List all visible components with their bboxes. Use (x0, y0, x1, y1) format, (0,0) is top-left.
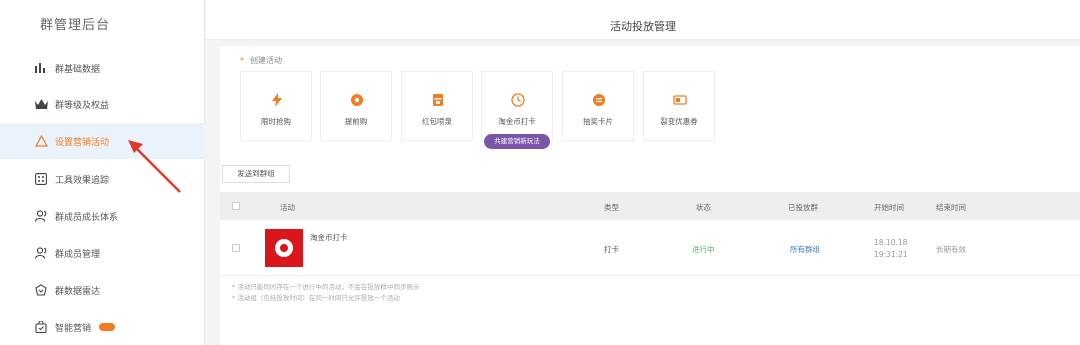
sidebar: 群管理后台 群基础数据 群等级及权益 设置营销活动 工具效果追踪 群成员成长体系 (0, 0, 205, 345)
sidebar-item-marketing-activity[interactable]: 设置营销活动 (0, 123, 205, 159)
sidebar-item-group-data[interactable]: 群基础数据 (0, 50, 205, 86)
activity-type: 打卡 (604, 245, 619, 254)
tile-flash-sale[interactable]: 限时抢购 (240, 71, 312, 141)
sidebar-item-member-growth[interactable]: 群成员成长体系 (0, 198, 205, 234)
users-icon (34, 209, 48, 223)
bag-icon (34, 320, 48, 334)
sidebar-item-label: 群等级及权益 (55, 100, 110, 111)
end-time: 长期有效 (936, 245, 966, 254)
column-header-activity: 活动 (280, 203, 295, 212)
sidebar-item-group-radar[interactable]: 群数据雷达 (0, 272, 205, 308)
coin-icon (350, 92, 364, 106)
table-header: 活动 类型 状态 已投放群 开始时间 结束时间 (220, 192, 1080, 220)
notes: * 活动只能同时存在一个进行中的活动，不会在投放群中同步展示 * 活动组（包括投… (232, 282, 419, 304)
tile-pre-purchase[interactable]: 提前购 (320, 71, 392, 141)
co-create-tag[interactable]: 共建营销新玩法 (484, 134, 550, 149)
bar-chart-icon (34, 61, 48, 75)
activity-panel: * 创建活动 限时抢购 提前购 红包喷泉 淘金币打卡 抽奖卡片 裂变优惠券 共建… (220, 46, 1080, 345)
header: 活动投放管理 (206, 0, 1080, 40)
groups-link[interactable]: 所有群组 (790, 244, 820, 255)
sidebar-item-label: 群数据雷达 (55, 286, 101, 297)
column-header-start-time: 开始时间 (874, 203, 904, 212)
crown-icon (34, 97, 48, 111)
status-badge: 进行中 (692, 245, 715, 254)
sidebar-item-label: 智能营销 (55, 323, 92, 334)
column-header-status: 状态 (696, 203, 711, 212)
tile-lottery-card[interactable]: 抽奖卡片 (562, 71, 634, 141)
sidebar-item-member-management[interactable]: 群成员管理 (0, 235, 205, 271)
required-star-icon: * (240, 56, 244, 65)
user-icon (34, 246, 48, 260)
sidebar-title: 群管理后台 (40, 18, 111, 33)
lottery-icon (592, 92, 606, 106)
sidebar-item-label: 设置营销活动 (55, 137, 110, 148)
tile-red-packet[interactable]: 红包喷泉 (401, 71, 473, 141)
note-line: * 活动只能同时存在一个进行中的活动，不会在投放群中同步展示 (232, 283, 420, 291)
dice-icon (34, 172, 48, 186)
main-content: 活动投放管理 * 创建活动 限时抢购 提前购 红包喷泉 淘金币打卡 抽奖卡片 裂… (206, 0, 1080, 345)
sidebar-item-group-level[interactable]: 群等级及权益 (0, 86, 205, 122)
sidebar-item-label: 群成员管理 (55, 249, 101, 260)
page-title: 活动投放管理 (610, 20, 676, 33)
tile-fission-coupon[interactable]: 裂变优惠券 (643, 71, 715, 141)
redpacket-icon (431, 92, 445, 106)
radar-icon (34, 283, 48, 297)
sidebar-item-tool-tracking[interactable]: 工具效果追踪 (0, 161, 205, 197)
sidebar-item-label: 群成员成长体系 (55, 212, 119, 223)
coupon-icon (673, 92, 687, 106)
start-date: 18.10.18 (874, 238, 908, 247)
lightning-icon (270, 92, 284, 107)
activity-thumbnail (265, 229, 303, 267)
clock-icon (511, 92, 525, 107)
new-badge (99, 323, 116, 331)
column-header-end-time: 结束时间 (936, 203, 966, 212)
note-line: * 活动组（包括投放时间）在同一时间只允许投放一个活动 (232, 294, 400, 302)
select-all-checkbox[interactable] (232, 202, 240, 210)
table-row: 淘金币打卡 打卡 进行中 所有群组 18.10.18 19:31:21 长期有效 (220, 220, 1080, 276)
sidebar-item-label: 工具效果追踪 (55, 175, 110, 186)
column-header-type: 类型 (604, 203, 619, 212)
row-checkbox[interactable] (232, 244, 240, 252)
triangle-icon (34, 134, 48, 148)
send-to-group-button[interactable]: 发送到群组 (222, 165, 290, 183)
create-activity-label: * 创建活动 (240, 56, 282, 65)
start-time: 19:31:21 (874, 250, 908, 259)
sidebar-item-label: 群基础数据 (55, 64, 101, 75)
sidebar-item-smart-marketing[interactable]: 智能营销 (0, 309, 205, 345)
activity-name[interactable]: 淘金币打卡 (310, 232, 348, 243)
column-header-groups: 已投放群 (788, 203, 818, 212)
tile-coin-checkin[interactable]: 淘金币打卡 (481, 71, 553, 141)
